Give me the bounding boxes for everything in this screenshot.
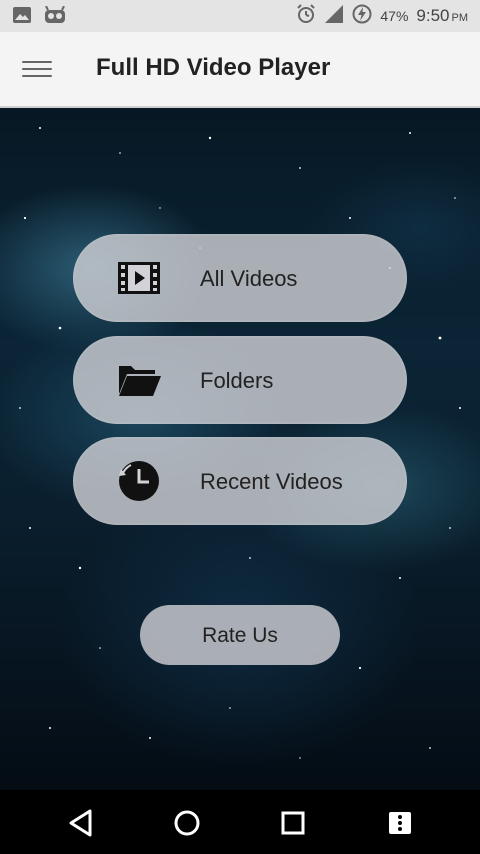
clock-ampm: PM (451, 12, 469, 24)
battery-charging-icon (352, 4, 372, 28)
menu-item-folders[interactable]: Folders (73, 336, 407, 424)
folder-open-icon (117, 360, 161, 400)
menu-item-all-videos[interactable]: All Videos (73, 234, 407, 322)
menu-more-icon[interactable] (385, 808, 415, 838)
notification-icons (12, 5, 66, 29)
back-icon[interactable] (66, 808, 96, 838)
film-play-icon (117, 258, 161, 298)
clock-history-icon (117, 461, 161, 501)
image-icon (12, 6, 32, 29)
battery-percent: 47% (380, 8, 409, 24)
navigation-bar (0, 790, 480, 854)
main-content: All Videos Folders Recent Videos Rate Us (0, 108, 480, 790)
menu-item-label: Folders (200, 368, 274, 393)
clock: 9:50 PM (416, 6, 468, 26)
app-title: Full HD Video Player (96, 54, 331, 81)
clock-time: 9:50 (416, 6, 450, 25)
signal-icon (324, 4, 344, 28)
status-bar: 47% 9:50 PM (0, 0, 480, 32)
menu-item-label: All Videos (200, 266, 298, 291)
home-icon[interactable] (172, 808, 202, 838)
hamburger-menu-icon[interactable] (22, 56, 52, 82)
android-icon (44, 5, 66, 29)
menu-item-recent-videos[interactable]: Recent Videos (73, 437, 407, 525)
menu-item-label: Recent Videos (200, 469, 343, 494)
app-bar: Full HD Video Player (0, 32, 480, 108)
rate-us-button[interactable]: Rate Us (140, 605, 340, 665)
recents-icon[interactable] (278, 808, 308, 838)
alarm-icon (296, 4, 316, 28)
rate-us-label: Rate Us (202, 624, 278, 647)
system-indicators: 47% 9:50 PM (296, 4, 468, 28)
